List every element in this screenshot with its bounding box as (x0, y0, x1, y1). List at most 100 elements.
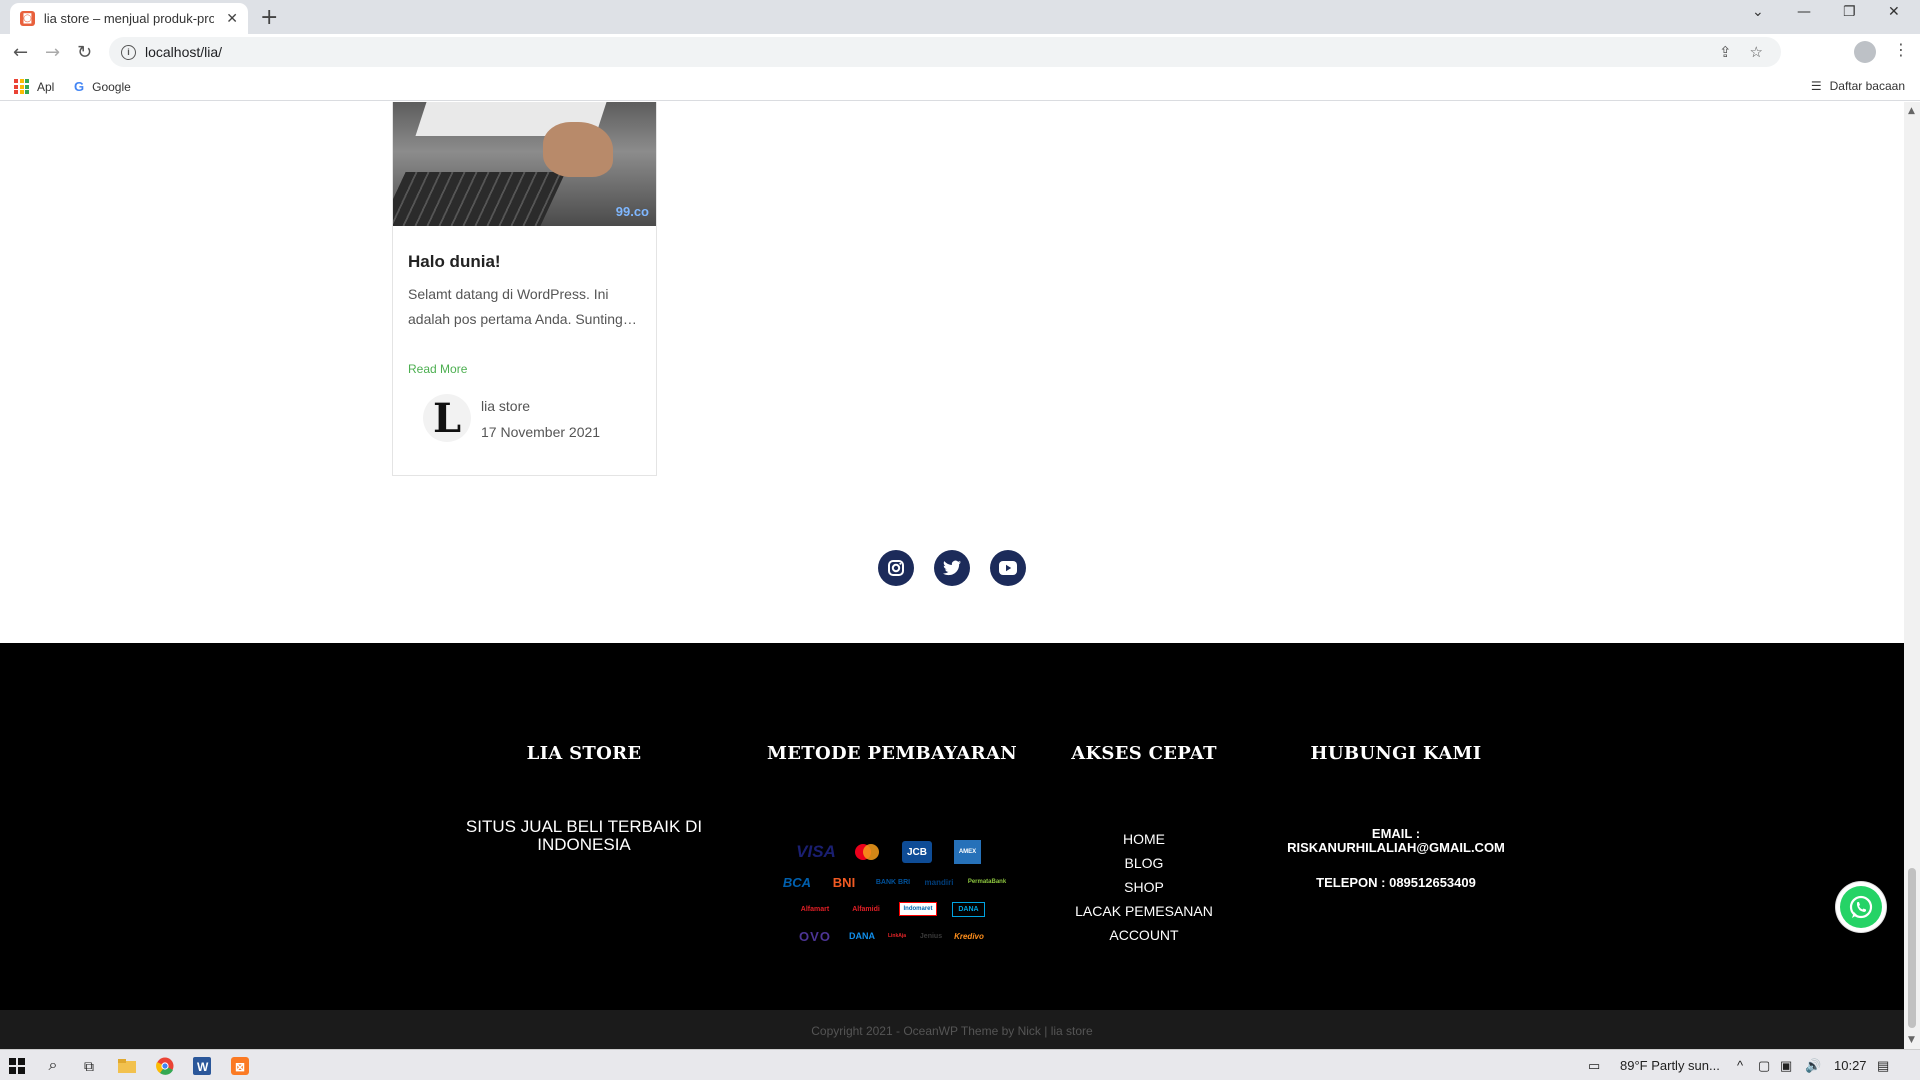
clock-time[interactable]: 10:27 (1834, 1058, 1867, 1073)
network-icon[interactable]: ▣ (1780, 1058, 1792, 1074)
jenius-logo: Jenius (919, 932, 943, 940)
visa-logo: VISA (796, 842, 836, 861)
back-icon[interactable]: ← (13, 42, 28, 63)
reading-list-label: Daftar bacaan (1829, 79, 1905, 93)
volume-icon[interactable]: 🔊 (1805, 1058, 1821, 1074)
window-close-icon[interactable]: ✕ (1888, 4, 1900, 20)
footer-link-account[interactable]: ACCOUNT (1075, 923, 1213, 947)
bookmark-label: Apl (37, 79, 55, 94)
bookmark-google[interactable]: G Google (74, 79, 131, 94)
bri-logo: BANK BRI (875, 878, 911, 886)
tab-search-icon[interactable]: ⌄ (1752, 4, 1764, 20)
tab-title: lia store – menjual produk-produ (43, 11, 215, 26)
alfamidi-logo: Alfamidi (852, 905, 880, 913)
footer-link-shop[interactable]: SHOP (1075, 875, 1213, 899)
mastercard-logo (854, 842, 880, 862)
copyright-bar: Copyright 2021 - OceanWP Theme by Nick |… (0, 1010, 1904, 1049)
bca-logo: BCA (782, 874, 812, 890)
share-icon[interactable]: ⇪ (1719, 43, 1732, 61)
twitter-icon (943, 560, 961, 576)
footer-heading-contact: HUBUNGI KAMI (1310, 743, 1482, 764)
chrome-icon[interactable] (155, 1056, 175, 1076)
footer-heading-store: LIA STORE (526, 743, 642, 764)
bookmark-label: Google (92, 79, 131, 94)
browser-tab[interactable]: ◙ lia store – menjual produk-produ ✕ (10, 3, 248, 34)
youtube-button[interactable] (990, 550, 1026, 586)
profile-avatar[interactable] (1854, 41, 1876, 63)
site-footer: LIA STORE SITUS JUAL BELI TERBAIK DI IND… (0, 643, 1904, 1010)
instagram-icon (888, 560, 904, 576)
bni-logo: BNI (832, 874, 856, 890)
youtube-icon (999, 561, 1017, 575)
reload-icon[interactable]: ↻ (77, 42, 92, 63)
image-watermark: 99.co (615, 204, 649, 219)
post-author[interactable]: lia store (481, 398, 530, 414)
svg-text:⊠: ⊠ (235, 1060, 245, 1074)
amex-logo: AMEX (954, 840, 981, 864)
indomaret-logo: Indomaret (899, 902, 937, 916)
footer-heading-payment: METODE PEMBAYARAN (767, 743, 1017, 764)
store-description: SITUS JUAL BELI TERBAIK DI INDONESIA (465, 817, 703, 854)
bookmark-apps[interactable]: Apl (14, 79, 54, 94)
google-icon: G (74, 79, 85, 94)
windows-taskbar: ⌕ ⧉ W ⊠ ▭ 89°F Partly sun... ^ ▢ ▣ 🔊 10:… (0, 1049, 1920, 1080)
file-explorer-icon[interactable] (117, 1056, 137, 1076)
xampp-icon[interactable]: ⊠ (230, 1056, 250, 1076)
post-thumbnail[interactable]: 99.co (393, 102, 656, 226)
site-info-icon[interactable]: i (121, 44, 136, 60)
notification-icon[interactable]: ▤ (1877, 1058, 1889, 1074)
author-avatar[interactable]: L (423, 394, 471, 442)
browser-menu-icon[interactable]: ⋮ (1893, 40, 1909, 59)
page-scrollbar[interactable]: ▲ ▼ (1904, 102, 1920, 1049)
weather-text[interactable]: 89°F Partly sun... (1620, 1058, 1720, 1073)
word-icon[interactable]: W (192, 1056, 212, 1076)
forward-icon[interactable]: → (45, 42, 60, 63)
page-content: 99.co Halo dunia! Selamt datang di WordP… (0, 102, 1904, 1049)
email-value[interactable]: RISKANURHILALIAH@GMAIL.COM (1266, 841, 1526, 855)
ovo-logo: OVO (799, 928, 831, 944)
reading-list-icon: ☰ (1810, 79, 1822, 93)
read-more-link[interactable]: Read More (408, 362, 467, 376)
new-tab-icon[interactable]: + (260, 5, 278, 30)
contact-email: EMAIL : RISKANURHILALIAH@GMAIL.COM (1266, 827, 1526, 855)
permata-logo: PermataBank (967, 879, 1007, 885)
footer-link-home[interactable]: HOME (1075, 827, 1213, 851)
site-favicon-icon: ◙ (20, 11, 35, 26)
apps-grid-icon (14, 79, 29, 94)
bookmark-star-icon[interactable]: ☆ (1750, 43, 1763, 61)
start-icon[interactable] (7, 1056, 27, 1076)
linkaja-logo: LinkAja (887, 933, 907, 939)
email-label: EMAIL : (1371, 826, 1421, 841)
footer-heading-quick: AKSES CEPAT (1071, 743, 1217, 764)
tray-chevron-icon[interactable]: ^ (1737, 1058, 1743, 1073)
tab-strip: ◙ lia store – menjual produk-produ ✕ + ⌄… (0, 0, 1920, 34)
post-title[interactable]: Halo dunia! (408, 252, 501, 272)
search-icon[interactable]: ⌕ (43, 1056, 63, 1076)
blog-post-card: 99.co Halo dunia! Selamt datang di WordP… (392, 102, 657, 476)
instagram-button[interactable] (878, 550, 914, 586)
restore-icon[interactable]: ❐ (1843, 4, 1856, 20)
reading-list-button[interactable]: ☰ Daftar bacaan (1811, 79, 1905, 93)
scroll-down-icon[interactable]: ▼ (1908, 1035, 1915, 1045)
footer-link-track-order[interactable]: LACAK PEMESANAN (1075, 899, 1213, 923)
post-date: 17 November 2021 (481, 424, 601, 440)
browser-toolbar: ← → ↻ i localhost/lia/ ⇪ ☆ (0, 34, 1920, 71)
scroll-thumb[interactable] (1908, 868, 1916, 1028)
weather-icon[interactable]: ▭ (1588, 1058, 1600, 1074)
jcb-logo: JCB (902, 841, 932, 863)
quick-links: HOME BLOG SHOP LACAK PEMESANAN ACCOUNT (1075, 827, 1213, 947)
tab-close-icon[interactable]: ✕ (226, 11, 238, 27)
meet-icon[interactable]: ▢ (1758, 1058, 1770, 1074)
svg-text:W: W (197, 1060, 209, 1074)
whatsapp-icon (1849, 895, 1873, 919)
twitter-button[interactable] (934, 550, 970, 586)
minimize-icon[interactable]: — (1797, 4, 1811, 20)
dana-logo: DANA (849, 931, 875, 941)
alfamart-logo: Alfamart (800, 905, 830, 913)
scroll-up-icon[interactable]: ▲ (1908, 106, 1915, 116)
whatsapp-button[interactable] (1836, 882, 1886, 932)
address-bar[interactable]: i localhost/lia/ ⇪ ☆ (109, 37, 1781, 67)
task-view-icon[interactable]: ⧉ (79, 1056, 99, 1076)
footer-link-blog[interactable]: BLOG (1075, 851, 1213, 875)
mandiri-logo: mandiri (924, 877, 954, 887)
